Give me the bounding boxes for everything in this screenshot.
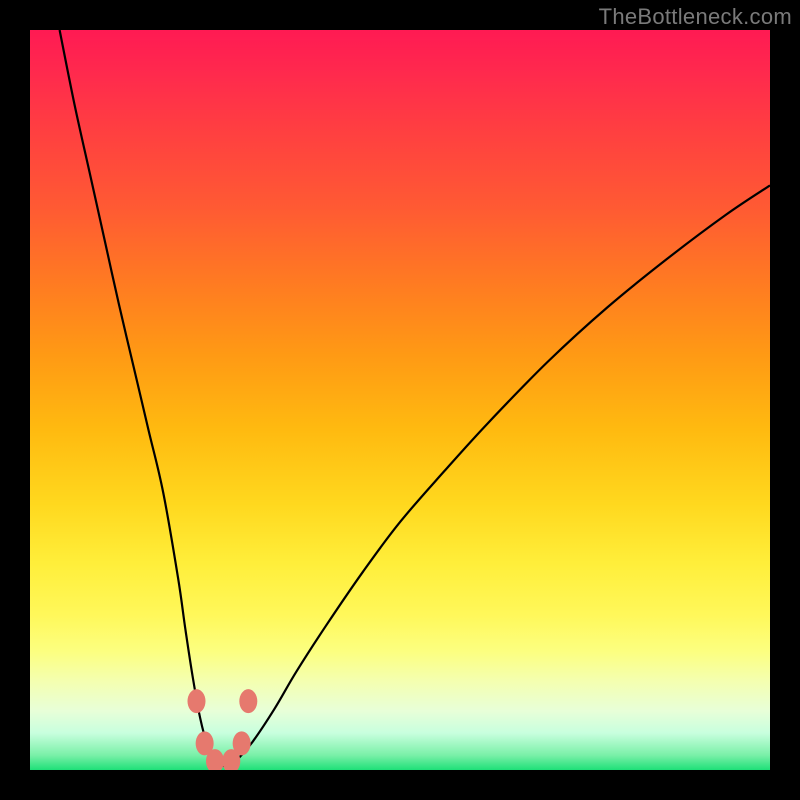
plot-area xyxy=(30,30,770,770)
curve-marker xyxy=(222,749,240,770)
curve-line xyxy=(60,30,770,766)
watermark-text: TheBottleneck.com xyxy=(599,4,792,30)
curve-markers xyxy=(188,689,258,770)
curve-marker xyxy=(196,731,214,755)
curve-marker xyxy=(239,689,257,713)
chart-svg xyxy=(30,30,770,770)
curve-marker xyxy=(188,689,206,713)
chart-frame: TheBottleneck.com xyxy=(0,0,800,800)
curve-marker xyxy=(233,731,251,755)
curve-marker xyxy=(206,749,224,770)
